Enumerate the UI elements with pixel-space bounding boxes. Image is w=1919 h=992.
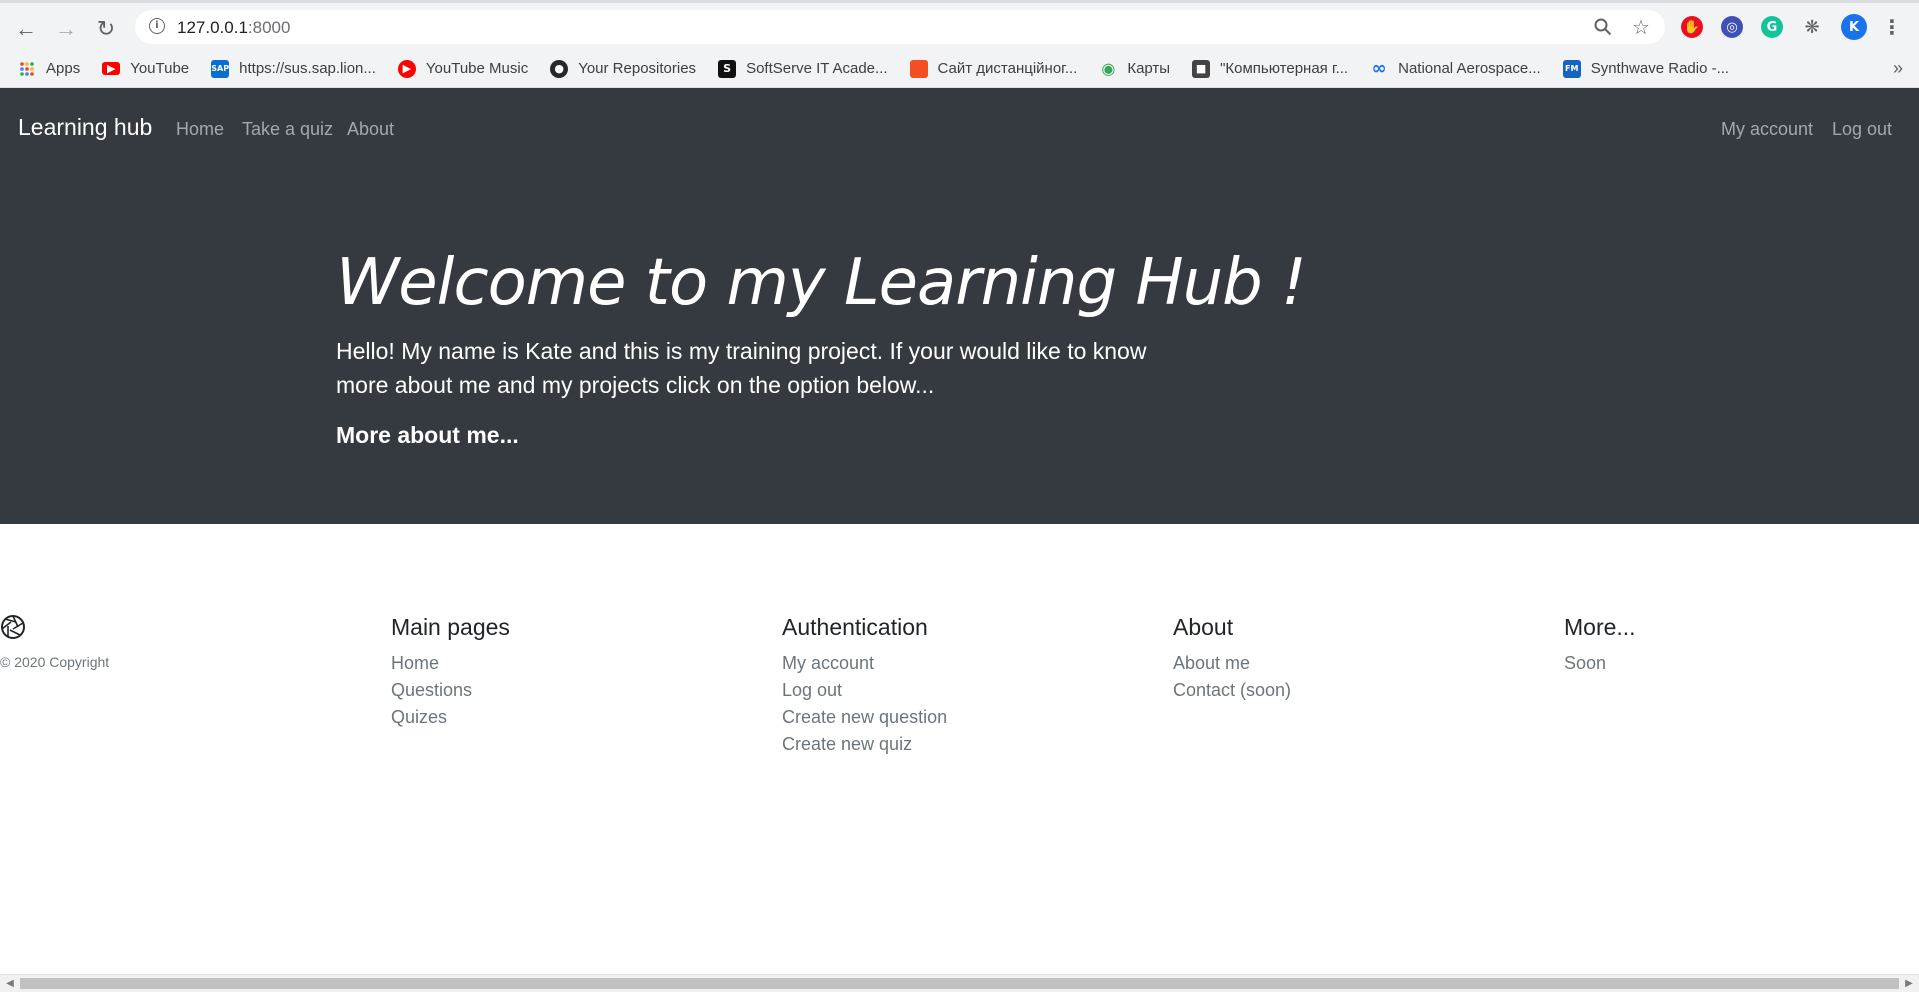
more-about-me-link[interactable]: More about me... — [336, 422, 519, 449]
bookmark-label: https://sus.sap.lion... — [239, 60, 376, 77]
footer-copyright: © 2020 Copyright — [0, 654, 110, 670]
bookmark-label: "Компьютерная г... — [1220, 60, 1349, 77]
softserve-icon: S — [718, 59, 737, 78]
footer-column-about: About About me Contact (soon) — [1173, 614, 1291, 704]
address-bar[interactable]: i 127.0.0.1:8000 ☆ — [135, 10, 1665, 44]
footer-link-my-account[interactable]: My account — [782, 650, 947, 677]
adblock-extension-icon[interactable]: ✋ — [1681, 16, 1703, 38]
footer-column-authentication: Authentication My account Log out Create… — [782, 614, 947, 758]
nav-link-log-out[interactable]: Log out — [1832, 119, 1892, 140]
classroom-icon: ■ — [1192, 59, 1211, 78]
bookmarks-bar: Apps ▶ YouTube SAP https://sus.sap.lion.… — [0, 50, 1919, 88]
footer-link-about-me[interactable]: About me — [1173, 650, 1291, 677]
forward-arrow-icon[interactable]: → — [48, 11, 84, 47]
hero-description: Hello! My name is Kate and this is my tr… — [336, 338, 1147, 398]
site-navbar: Learning hub Home Take a quiz About My a… — [0, 88, 1919, 170]
footer-link-log-out[interactable]: Log out — [782, 677, 947, 704]
bookmark-label: National Aerospace... — [1398, 60, 1541, 77]
profile-avatar[interactable]: K — [1841, 14, 1867, 40]
bookmark-synthwave-radio[interactable]: FM Synthwave Radio -... — [1555, 55, 1737, 83]
bookmark-label: Сайт дистанційног... — [937, 60, 1078, 77]
bookmark-star-icon[interactable]: ☆ — [1629, 15, 1653, 39]
footer-link-contact[interactable]: Contact (soon) — [1173, 677, 1291, 704]
footer-column-main-pages: Main pages Home Questions Quizes — [391, 614, 510, 731]
footer-column-more: More... Soon — [1564, 614, 1636, 677]
bookmark-classroom[interactable]: ■ "Компьютерная г... — [1184, 55, 1356, 83]
footer-link-questions[interactable]: Questions — [391, 677, 510, 704]
bookmark-github[interactable]: ● Your Repositories — [542, 55, 704, 83]
github-icon: ● — [550, 59, 569, 78]
aperture-logo-icon — [1, 615, 25, 639]
hero-section: Welcome to my Learning Hub ! Hello! My n… — [0, 170, 1919, 524]
footer-column-title: About — [1173, 614, 1234, 640]
grammarly-extension-icon[interactable]: G — [1761, 16, 1783, 38]
footer-column-title: Authentication — [782, 614, 928, 640]
bookmark-label: Synthwave Radio -... — [1590, 60, 1730, 77]
bookmark-distance-site[interactable]: Сайт дистанційног... — [902, 55, 1086, 83]
reload-icon[interactable]: ↻ — [88, 11, 124, 47]
bookmark-label: Your Repositories — [578, 60, 697, 77]
infinity-icon: ∞ — [1371, 58, 1387, 79]
bookmark-maps[interactable]: ◉ Карты — [1091, 55, 1178, 83]
nav-link-take-quiz[interactable]: Take a quiz — [242, 119, 333, 140]
site-orange-icon — [909, 59, 928, 78]
scroll-left-arrow-icon[interactable]: ◀ — [3, 977, 17, 991]
nav-link-my-account[interactable]: My account — [1721, 119, 1813, 140]
footer-column-title: Main pages — [391, 614, 510, 640]
bookmarks-overflow-icon[interactable]: » — [1893, 58, 1903, 79]
bookmark-youtube[interactable]: ▶ YouTube — [94, 55, 197, 83]
footer-column-title: More... — [1564, 614, 1636, 640]
brand-logo-text[interactable]: Learning hub — [18, 114, 152, 141]
scrollbar-thumb[interactable] — [20, 978, 1899, 989]
scroll-right-arrow-icon[interactable]: ▶ — [1902, 977, 1916, 991]
site-info-icon[interactable]: i — [149, 18, 165, 34]
maps-pin-icon: ◉ — [1101, 59, 1116, 78]
horizontal-scrollbar[interactable]: ◀ ▶ — [0, 974, 1919, 992]
footer-link-home[interactable]: Home — [391, 650, 510, 677]
bookmark-label: Карты — [1127, 60, 1171, 77]
browser-menu-icon[interactable]: ⋮ — [1881, 15, 1903, 39]
radio-fm-icon: FM — [1562, 59, 1581, 78]
vpn-globe-extension-icon[interactable]: ◎ — [1721, 16, 1743, 38]
bookmark-label: Apps — [46, 60, 81, 77]
back-arrow-icon[interactable]: ← — [8, 11, 44, 47]
hero-title: Welcome to my Learning Hub ! — [336, 246, 1307, 320]
url-port: :8000 — [247, 18, 291, 37]
url-host: 127.0.0.1 — [177, 18, 248, 37]
apps-grid-icon — [18, 60, 36, 78]
youtube-music-icon: ▶ — [397, 59, 416, 78]
youtube-icon: ▶ — [102, 62, 121, 75]
bookmark-youtube-music[interactable]: ▶ YouTube Music — [390, 55, 536, 83]
nav-link-about[interactable]: About — [347, 119, 394, 140]
sap-icon: SAP — [211, 59, 230, 78]
nav-link-home[interactable]: Home — [176, 119, 224, 140]
browser-toolbar: ← → ↻ i 127.0.0.1:8000 ☆ ✋ ◎ G ❋ K ⋮ — [0, 0, 1919, 50]
bookmark-apps[interactable]: Apps — [10, 55, 88, 83]
footer-link-soon[interactable]: Soon — [1564, 650, 1636, 677]
bookmark-label: SoftServe IT Acade... — [746, 60, 888, 77]
bookmark-national-aerospace[interactable]: ∞ National Aerospace... — [1362, 55, 1549, 83]
url-text[interactable]: 127.0.0.1:8000 — [177, 18, 290, 38]
footer-link-quizes[interactable]: Quizes — [391, 704, 510, 731]
bookmark-label: YouTube — [130, 60, 190, 77]
extensions-puzzle-icon[interactable]: ❋ — [1801, 16, 1823, 38]
footer-link-create-question[interactable]: Create new question — [782, 704, 947, 731]
footer-link-create-quiz[interactable]: Create new quiz — [782, 731, 947, 758]
bookmark-label: YouTube Music — [425, 60, 529, 77]
bookmark-sap[interactable]: SAP https://sus.sap.lion... — [203, 55, 384, 83]
bookmark-softserve[interactable]: S SoftServe IT Acade... — [710, 55, 895, 83]
zoom-icon[interactable] — [1591, 15, 1615, 39]
